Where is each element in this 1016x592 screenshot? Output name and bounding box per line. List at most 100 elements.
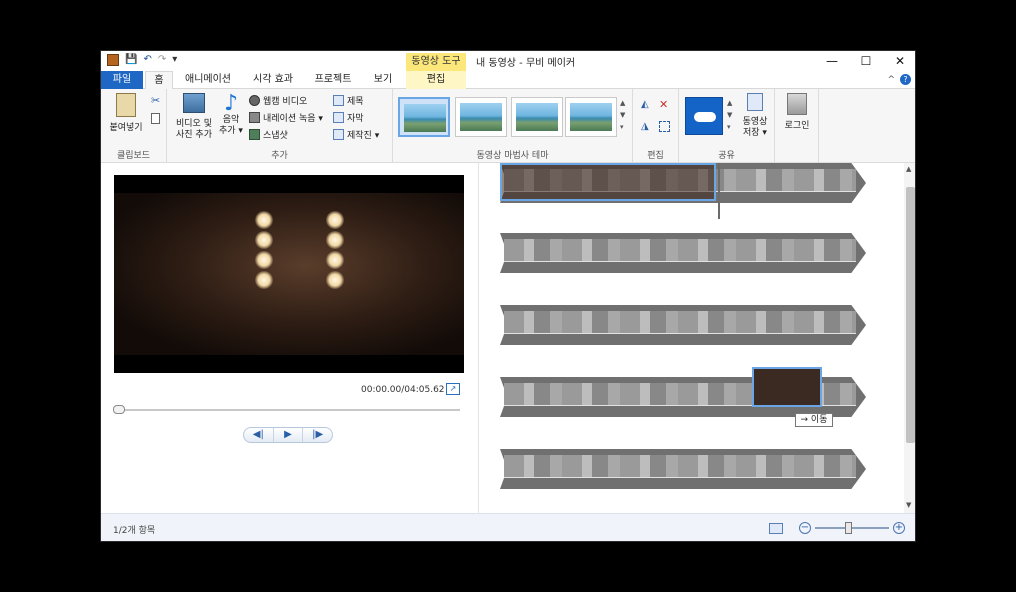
clip-strip[interactable]: [500, 305, 868, 345]
customize-qat-icon[interactable]: ▾: [172, 54, 177, 66]
save-movie-icon: [747, 93, 763, 111]
close-button[interactable]: ✕: [883, 51, 915, 71]
group-autotheme-label: 동영상 마법사 테마: [476, 151, 549, 161]
strip-frames: [504, 311, 856, 333]
scroll-down-icon[interactable]: ▼: [906, 501, 911, 509]
theme-gallery-scroll[interactable]: ▲ ▼ ▾: [620, 97, 625, 133]
quick-access-toolbar: 💾 ↶ ↷ ▾: [107, 54, 177, 66]
clipboard-icon: [116, 93, 136, 117]
record-narration-button[interactable]: 내레이션 녹음 ▾: [249, 110, 323, 124]
ribbon: 붙여넣기 ✂ 클립보드 비디오 및 사진 추가 ♪ 음악 추가 ▾ 웹캠 비디오: [101, 89, 915, 163]
group-signin: 로그인: [775, 89, 819, 163]
select-all-icon[interactable]: [659, 121, 670, 132]
zoom-controls: − +: [769, 522, 905, 534]
webcam-video-button[interactable]: 웹캠 비디오: [249, 93, 307, 107]
zoom-in-button[interactable]: +: [893, 522, 905, 534]
cloud-icon: [694, 112, 716, 122]
audio-waveform: [504, 261, 856, 267]
stage-light: [255, 251, 273, 269]
snapshot-button[interactable]: 스냅샷: [249, 127, 288, 141]
scrollbar-thumb[interactable]: [906, 187, 915, 443]
sign-in-button[interactable]: 로그인: [779, 93, 815, 132]
zoom-out-button[interactable]: −: [799, 522, 811, 534]
stage-light: [326, 211, 344, 229]
group-edit: ◭ ✕ ◮ 편집: [633, 89, 679, 163]
fullscreen-icon[interactable]: ↗: [446, 383, 460, 395]
rotate-left-icon[interactable]: ◭: [641, 99, 649, 110]
theme-thumbnail: [404, 104, 446, 132]
dragging-clip[interactable]: [752, 367, 822, 407]
playback-time: 00:00.00/04:05.62: [361, 385, 445, 395]
title-bar: 💾 ↶ ↷ ▾ 동영상 도구 내 동영상 - 무비 메이커 — ☐ ✕: [101, 51, 915, 71]
cut-icon[interactable]: ✂: [151, 94, 160, 107]
theme-option[interactable]: [398, 97, 450, 137]
paste-button[interactable]: 붙여넣기: [105, 93, 147, 134]
tab-home[interactable]: 홈: [145, 71, 173, 89]
app-icon[interactable]: [107, 54, 119, 66]
seek-thumb[interactable]: [113, 405, 125, 414]
main-content: 00:00.00/04:05.62 ↗ ◀| ▶ |▶ → 이동 ▲ ▼: [101, 163, 915, 513]
remove-icon[interactable]: ✕: [659, 98, 668, 111]
microphone-icon: [249, 111, 260, 123]
share-gallery-scroll[interactable]: ▲ ▼ ▾: [727, 97, 732, 133]
tab-file[interactable]: 파일: [101, 71, 143, 89]
minimize-button[interactable]: —: [815, 51, 849, 71]
title-label: 제목: [347, 96, 364, 107]
clip-strip[interactable]: [500, 163, 868, 219]
thumbnail-size-icon[interactable]: [769, 522, 783, 534]
help-icon[interactable]: ?: [900, 74, 911, 85]
zoom-slider-thumb[interactable]: [845, 522, 852, 534]
strip-frames: [504, 455, 856, 477]
theme-thumbnail: [516, 103, 558, 131]
copy-icon[interactable]: [151, 113, 160, 124]
clip-strip[interactable]: [500, 449, 868, 489]
tab-project[interactable]: 프로젝트: [309, 71, 357, 89]
save-icon[interactable]: 💾: [125, 54, 137, 66]
save-movie-label-1: 동영상: [742, 117, 768, 127]
video-preview[interactable]: [114, 175, 464, 373]
seek-track[interactable]: [114, 409, 460, 411]
status-bar: 1/2개 항목 − +: [101, 513, 915, 541]
theme-thumbnail: [460, 103, 502, 131]
add-music-label-2: 추가 ▾: [219, 126, 243, 136]
vertical-scrollbar[interactable]: ▲ ▼: [904, 163, 915, 513]
tab-animations[interactable]: 애니메이션: [177, 71, 239, 89]
credits-button[interactable]: 제작진 ▾: [333, 127, 379, 141]
video-frame: [114, 193, 464, 355]
selected-clip[interactable]: [500, 163, 716, 201]
minimize-ribbon-icon[interactable]: ^: [887, 75, 895, 85]
maximize-button[interactable]: ☐: [849, 51, 883, 71]
next-frame-button[interactable]: |▶: [303, 428, 332, 442]
snapshot-icon: [249, 128, 260, 140]
group-share-label: 공유: [718, 151, 735, 161]
onedrive-share-button[interactable]: [685, 97, 723, 135]
audio-waveform: [504, 333, 856, 339]
add-video-photo-button[interactable]: 비디오 및 사진 추가: [171, 93, 217, 141]
playhead[interactable]: [718, 163, 720, 219]
clip-strip[interactable]: [500, 233, 868, 273]
zoom-slider[interactable]: [815, 522, 889, 534]
group-add-label: 추가: [271, 151, 288, 161]
undo-icon[interactable]: ↶: [143, 54, 151, 66]
theme-option[interactable]: [565, 97, 617, 137]
previous-frame-button[interactable]: ◀|: [244, 428, 274, 442]
save-movie-button[interactable]: 동영상 저장 ▾: [737, 93, 773, 139]
title-button[interactable]: 제목: [333, 93, 364, 107]
webcam-icon: [249, 94, 260, 106]
tab-visual-effects[interactable]: 시각 효과: [247, 71, 299, 89]
rotate-right-icon[interactable]: ◮: [641, 121, 649, 132]
tab-edit[interactable]: 편집: [406, 71, 466, 89]
play-button[interactable]: ▶: [274, 428, 304, 442]
add-music-button[interactable]: ♪ 음악 추가 ▾: [217, 93, 245, 137]
caption-button[interactable]: 자막: [333, 110, 364, 124]
theme-option[interactable]: [455, 97, 507, 137]
add-video-photo-label-2: 사진 추가: [176, 130, 212, 140]
add-music-label-1: 음악: [222, 115, 240, 125]
redo-icon[interactable]: ↷: [158, 54, 166, 66]
ribbon-tabs: 파일 홈 애니메이션 시각 효과 프로젝트 보기 편집 ^ ?: [101, 71, 915, 89]
film-photo-icon: [183, 93, 205, 113]
user-icon: [787, 93, 807, 115]
tab-view[interactable]: 보기: [367, 71, 399, 89]
theme-option[interactable]: [511, 97, 563, 137]
scroll-up-icon[interactable]: ▲: [906, 165, 911, 173]
